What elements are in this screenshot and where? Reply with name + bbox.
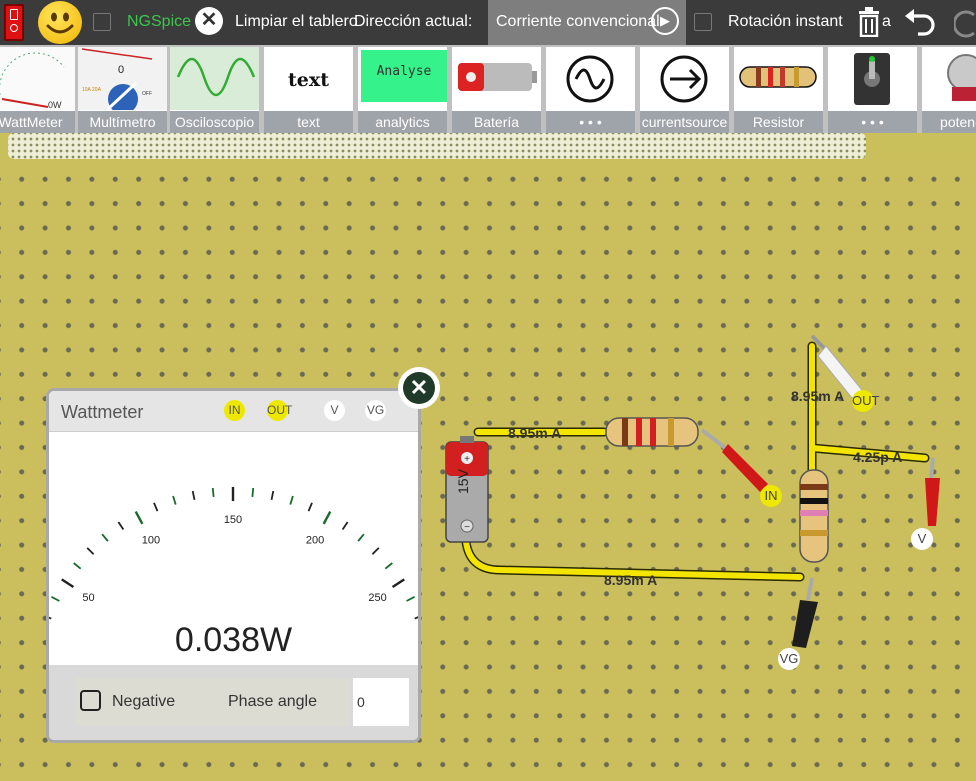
current-label: 8.95m A (791, 388, 845, 404)
current-label: 4.25p A (853, 449, 903, 465)
terminal-in[interactable]: IN (224, 400, 245, 421)
probe-out-label: OUT (852, 390, 879, 412)
gauge-tick (341, 521, 349, 531)
gauge-tick (371, 547, 380, 555)
phase-angle-label: Phase angle (228, 693, 317, 710)
gauge-scale-label: 200 (306, 535, 324, 547)
gauge-tick (191, 490, 196, 500)
svg-text:−: − (464, 522, 470, 533)
probe-v-label: V (911, 528, 933, 550)
phase-angle-input[interactable] (353, 678, 409, 726)
wattmeter-footer: Negative Phase angle (49, 665, 418, 740)
wattmeter-title: Wattmeter (61, 402, 144, 422)
gauge-tick (51, 596, 60, 602)
current-label: 8.95m A (604, 572, 658, 588)
gauge-tick (172, 495, 177, 505)
gauge-tick (384, 562, 393, 570)
close-icon: ✕ (403, 372, 435, 404)
gauge-tick (134, 510, 144, 525)
current-label: 8.95m A (508, 425, 562, 441)
svg-text:+: + (464, 454, 470, 465)
resistor-horizontal (605, 417, 699, 447)
terminal-v[interactable]: V (324, 400, 345, 421)
power-reading: 0.038W (174, 621, 293, 659)
resistor-vertical (799, 469, 829, 563)
gauge-tick (153, 502, 159, 512)
gauge-tick (322, 510, 332, 525)
gauge-tick (251, 487, 255, 498)
terminal-vg[interactable]: VG (365, 400, 386, 421)
close-wattmeter-button[interactable]: ✕ (398, 367, 440, 409)
gauge-tick (289, 495, 294, 505)
probe-vg-label: VG (778, 648, 800, 670)
gauge-tick (86, 547, 95, 555)
gauge-tick (391, 578, 405, 589)
wattmeter-header[interactable]: Wattmeter IN OUT V VG (49, 391, 418, 432)
wattmeter-panel[interactable]: Wattmeter IN OUT V VG 050100150200250300… (46, 388, 421, 743)
negative-control: Negative Phase angle (76, 678, 350, 726)
terminal-out[interactable]: OUT (267, 400, 292, 421)
probe-in-label: IN (760, 485, 782, 507)
gauge-scale-label: 250 (368, 592, 386, 604)
negative-checkbox[interactable] (80, 690, 101, 711)
gauge-tick (49, 616, 52, 620)
probe-in-red (700, 428, 768, 492)
gauge-tick (101, 533, 109, 542)
negative-label: Negative (112, 693, 176, 710)
battery-voltage-label: 15V (455, 469, 471, 494)
gauge-tick (61, 578, 75, 589)
probe-v-red (925, 457, 940, 526)
gauge-tick (307, 502, 313, 512)
gauge-tick (357, 533, 365, 542)
gauge-tick (270, 490, 275, 500)
gauge-scale-label: 50 (82, 592, 94, 604)
gauge-scale-label: 100 (142, 535, 160, 547)
gauge-tick (73, 562, 82, 570)
gauge-tick (211, 487, 215, 498)
probe-vg-black (792, 577, 818, 648)
gauge-tick (406, 596, 415, 602)
gauge-scale-label: 150 (224, 514, 242, 526)
gauge-tick (117, 521, 125, 531)
gauge-tick (414, 616, 418, 620)
